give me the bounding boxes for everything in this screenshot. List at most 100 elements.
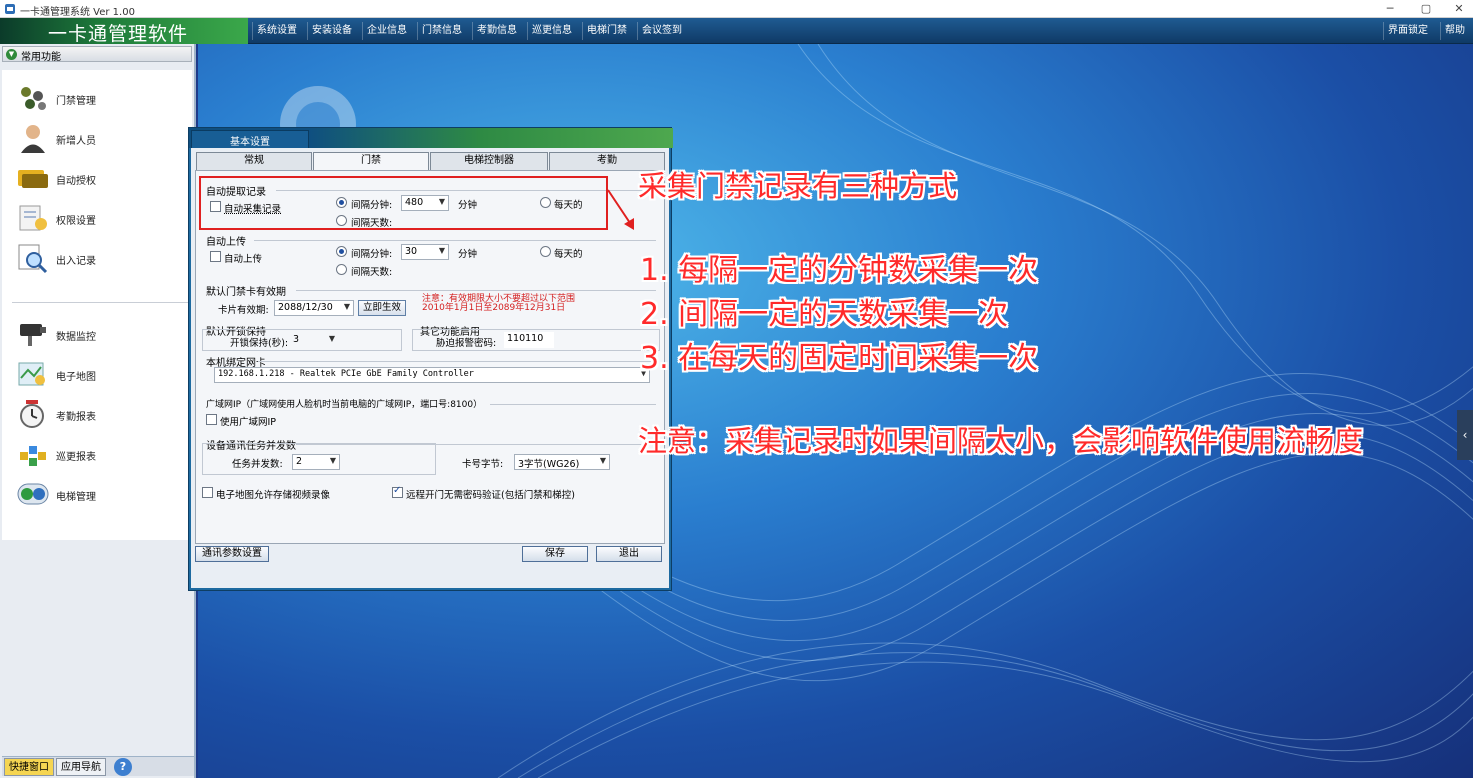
right-edge-tab[interactable]: ‹ [1457, 410, 1473, 460]
collapse-icon[interactable]: ▼ [6, 49, 17, 60]
tab-general[interactable]: 常规 [196, 152, 312, 170]
task-concurrency-label: 任务并发数: [232, 459, 283, 470]
upload-daily-label: 每天的 [554, 249, 583, 260]
menu-install-devices[interactable]: 安装设备 [307, 22, 356, 40]
tab-elevator[interactable]: 电梯控制器 [430, 152, 548, 170]
nav-item-e-map[interactable]: 电子地图 [14, 356, 184, 392]
group-line [254, 240, 656, 241]
person-icon [21, 125, 45, 153]
chevron-down-icon: ▼ [329, 456, 336, 465]
nav-item-access-records[interactable]: 出入记录 [14, 240, 184, 276]
upload-interval-minutes-radio[interactable] [336, 246, 347, 257]
minimize-button[interactable]: ─ [1377, 1, 1403, 17]
auto-upload-label: 自动上传 [224, 254, 263, 265]
nav-item-door-access[interactable]: 门禁管理 [14, 80, 184, 116]
annotation-line-3: 3. 在每天的固定时间采集一次 [640, 341, 1039, 376]
task-concurrency-select[interactable]: 2 ▼ [292, 454, 340, 470]
group-card-valid: 默认门禁卡有效期 [206, 287, 286, 298]
menu-lock-ui[interactable]: 界面锁定 [1383, 22, 1432, 40]
help-icon[interactable]: ? [114, 758, 132, 776]
menu-help[interactable]: 帮助 [1440, 22, 1469, 40]
save-button[interactable]: 保存 [522, 546, 588, 562]
comm-params-button[interactable]: 通讯参数设置 [195, 546, 269, 562]
clock-icon [20, 400, 44, 428]
bottom-tabs: 快捷窗口 应用导航 ? [2, 756, 194, 776]
dialog-tabs: 常规 门禁 电梯控制器 考勤 [196, 152, 666, 170]
dialog-title-bar: 基本设置 [189, 128, 673, 148]
remote-open-label: 远程开门无需密码验证(包括门禁和梯控) [406, 490, 575, 501]
card-bytes-label: 卡号字节: [462, 459, 504, 470]
unlock-hold-label: 开锁保持(秒): [230, 338, 289, 349]
panel-header[interactable]: ▼ 常用功能 [2, 46, 192, 63]
card-valid-date[interactable]: 2088/12/30 ▼ [274, 300, 354, 316]
task-concurrency-value: 2 [296, 456, 303, 467]
exit-button[interactable]: 退出 [596, 546, 662, 562]
tab-app-nav[interactable]: 应用导航 [56, 758, 106, 776]
menu-meeting-signin[interactable]: 会议签到 [637, 22, 686, 40]
menu-patrol-info[interactable]: 巡更信息 [527, 22, 576, 40]
unlock-hold-select[interactable]: 3 ▼ [290, 333, 338, 349]
close-button[interactable]: ✕ [1446, 1, 1472, 17]
auto-upload-checkbox[interactable] [210, 251, 221, 262]
nav-label: 巡更报表 [56, 452, 96, 463]
unlock-hold-value: 3 [293, 334, 300, 345]
menu-system-settings[interactable]: 系统设置 [252, 22, 301, 40]
nav-divider [12, 302, 188, 303]
door-access-icon [21, 87, 46, 110]
nav-item-auto-auth[interactable]: 自动授权 [14, 160, 184, 196]
menu-bar: 一卡通管理软件 系统设置 安装设备 企业信息 门禁信息 考勤信息 巡更信息 电梯… [0, 18, 1473, 45]
annotation-note: 注意：采集记录时如果间隔太小，会影响软件使用流畅度 [638, 424, 1364, 458]
nav-item-elevator[interactable]: 电梯管理 [14, 476, 184, 512]
apply-now-button[interactable]: 立即生效 [358, 300, 406, 316]
elevator-icon [17, 483, 49, 505]
group-line [258, 361, 656, 362]
menu-company-info[interactable]: 企业信息 [362, 22, 411, 40]
annotation-line-1: 1. 每隔一定的分钟数采集一次 [640, 253, 1039, 288]
annotation-line-2: 2. 间隔一定的天数采集一次 [640, 297, 1009, 332]
group-line [490, 404, 656, 405]
card-bytes-select[interactable]: 3字节(WG26) ▼ [514, 454, 610, 470]
group-line [296, 290, 656, 291]
map-icon [18, 362, 45, 386]
nav-item-data-monitor[interactable]: 数据监控 [14, 316, 184, 352]
nav-label: 门禁管理 [56, 96, 96, 107]
nav-item-add-person[interactable]: 新增人员 [14, 120, 184, 156]
maximize-button[interactable]: ▢ [1413, 1, 1439, 17]
app-logo-text: 一卡通管理软件 [48, 23, 189, 45]
upload-interval-days-radio[interactable] [336, 264, 347, 275]
window-title: 一卡通管理系统 Ver 1.00 [20, 7, 135, 18]
nic-select[interactable]: 192.168.1.218 - Realtek PCIe GbE Family … [214, 367, 650, 383]
panel-header-label: 常用功能 [21, 52, 61, 63]
chevron-down-icon: ▼ [328, 334, 335, 343]
card-icon [18, 170, 48, 188]
group-wan: 广域网IP（广域网使用人脸机时当前电脑的广域网IP，端口号:8100） [206, 400, 483, 410]
map-video-checkbox[interactable] [202, 487, 213, 498]
menu-attendance-info[interactable]: 考勤信息 [472, 22, 521, 40]
upload-minutes-unit: 分钟 [458, 249, 478, 260]
camera-icon [20, 324, 46, 346]
record-search-icon [18, 244, 48, 274]
tab-quick-window[interactable]: 快捷窗口 [4, 758, 54, 776]
menu-elevator-access[interactable]: 电梯门禁 [582, 22, 631, 40]
duress-password-input[interactable]: 110110 [504, 332, 554, 348]
logo-area: 一卡通管理软件 [0, 18, 248, 45]
calendar-dropdown-icon: ▼ [343, 302, 350, 311]
shortcut-list: 门禁管理 新增人员 自动授权 权限设置 出入记录 数据监控 电子地图 考勤报表 … [2, 70, 192, 540]
upload-minutes-select[interactable]: 30 ▼ [401, 244, 449, 260]
upload-daily-radio[interactable] [540, 246, 551, 257]
nav-label: 出入记录 [56, 256, 96, 267]
remote-open-checkbox[interactable] [392, 485, 403, 498]
nav-item-permissions[interactable]: 权限设置 [14, 200, 184, 236]
annotation-heading: 采集门禁记录有三种方式 [638, 169, 958, 203]
upload-interval-days-label: 间隔天数: [351, 267, 393, 278]
menu-access-info[interactable]: 门禁信息 [417, 22, 466, 40]
nav-label: 数据监控 [56, 332, 96, 343]
use-wan-label: 使用广域网IP [220, 417, 277, 428]
card-valid-label: 卡片有效期: [218, 305, 269, 316]
nav-item-attendance-report[interactable]: 考勤报表 [14, 396, 184, 432]
use-wan-checkbox[interactable] [206, 414, 217, 425]
patrol-icon [20, 446, 46, 466]
nav-item-patrol-report[interactable]: 巡更报表 [14, 436, 184, 472]
tab-access[interactable]: 门禁 [313, 152, 429, 170]
card-bytes-value: 3字节(WG26) [518, 459, 580, 470]
